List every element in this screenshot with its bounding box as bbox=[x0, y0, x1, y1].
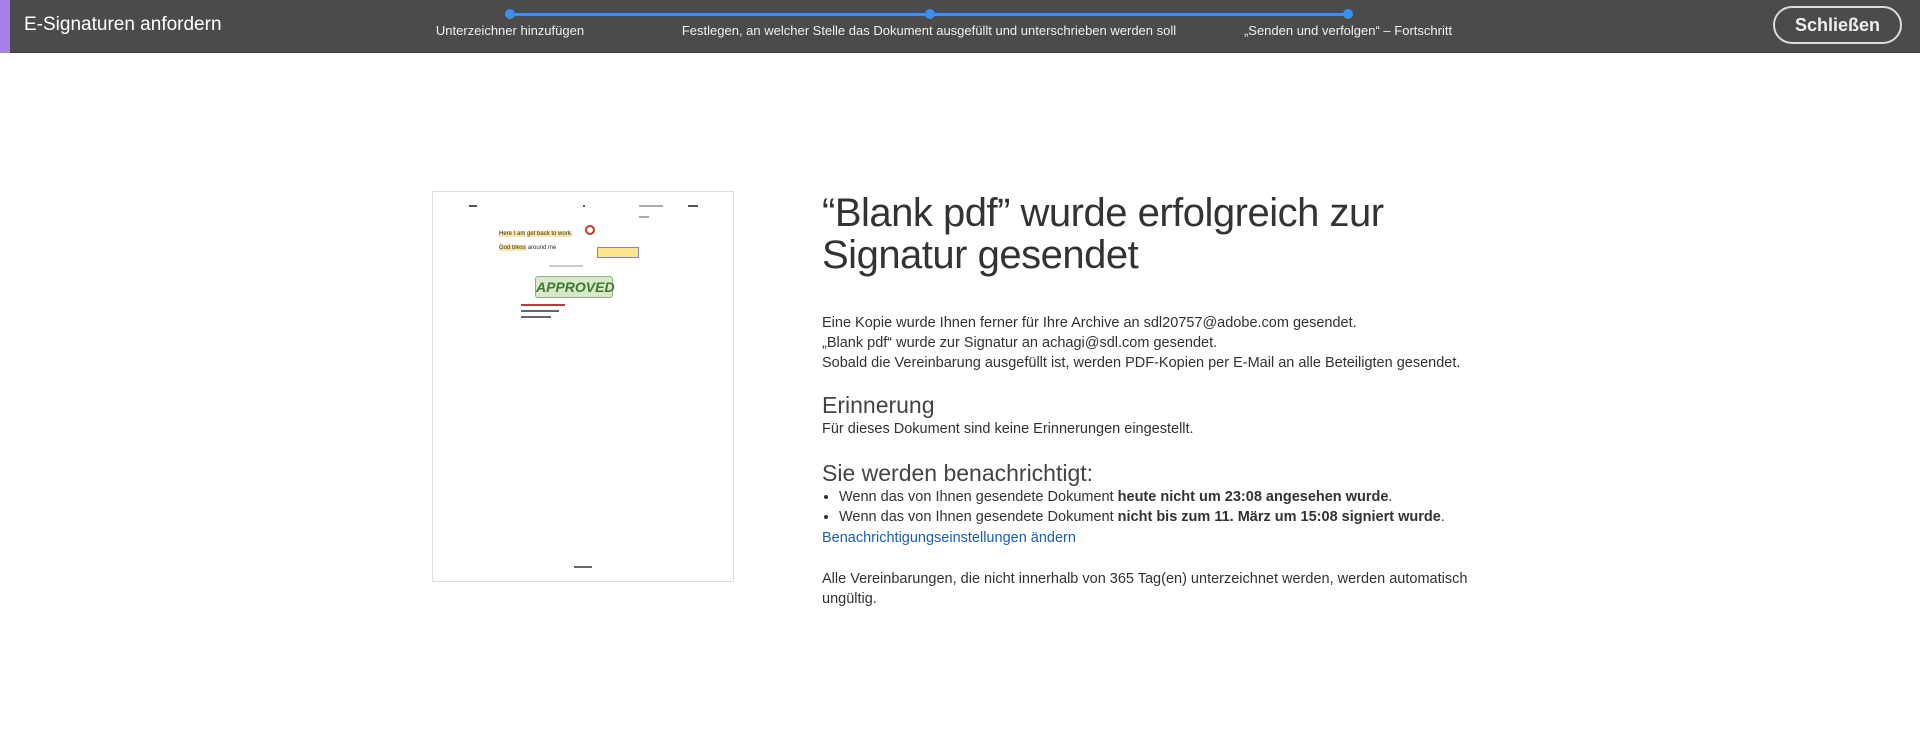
brand-strip bbox=[0, 0, 10, 53]
thumb-text: get back to work. bbox=[527, 231, 573, 237]
notification-settings-link[interactable]: Benachrichtigungseinstellungen ändern bbox=[822, 527, 1472, 549]
step-dot-3 bbox=[1343, 9, 1353, 19]
reminder-text: Für dieses Dokument sind keine Erinnerun… bbox=[822, 421, 1194, 437]
notify-bold: nicht bis zum 11. März um 15:08 signiert… bbox=[1117, 509, 1441, 525]
step-add-signers: Unterzeichner hinzufügen bbox=[435, 23, 585, 38]
page-title: “Blank pdf” wurde erfolgreich zur Signat… bbox=[822, 191, 1384, 277]
document-thumbnail: Here I am get back to work. God bless ar… bbox=[432, 191, 734, 582]
info-line: Sobald die Vereinbarung ausgefüllt ist, … bbox=[822, 355, 1461, 371]
step-send-track: „Senden und verfolgen“ – Fortschritt bbox=[1243, 23, 1453, 38]
close-button[interactable]: Schließen bbox=[1773, 6, 1902, 44]
approved-stamp: APPROVED bbox=[535, 276, 615, 298]
top-bar: E-Signaturen anfordern Unterzeichner hin… bbox=[0, 0, 1920, 53]
step-place-fields: Festlegen, an welcher Stelle das Dokumen… bbox=[681, 23, 1177, 38]
thumb-text: God bless bbox=[499, 245, 527, 251]
notify-text: . bbox=[1388, 489, 1393, 505]
notify-text: Wenn das von Ihnen gesendete Dokument bbox=[839, 489, 1118, 505]
reminder-heading: Erinnerung bbox=[822, 392, 935, 418]
expiry-text: Alle Vereinbarungen, die nicht innerhalb… bbox=[822, 571, 1468, 607]
info-line: „Blank pdf“ wurde zur Signatur an achagi… bbox=[822, 335, 1218, 351]
confirmation-panel: “Blank pdf” wurde erfolgreich zur Signat… bbox=[822, 192, 1472, 609]
notify-text: . bbox=[1440, 509, 1445, 525]
app-title: E-Signaturen anfordern bbox=[24, 14, 222, 35]
info-line: Eine Kopie wurde Ihnen ferner für Ihre A… bbox=[822, 315, 1357, 331]
thumb-text: around me bbox=[527, 245, 557, 251]
list-item: Wenn das von Ihnen gesendete Dokument ni… bbox=[839, 507, 1472, 527]
notify-bold: heute nicht um 23:08 angesehen wurde bbox=[1117, 489, 1389, 505]
notify-heading: Sie werden benachrichtigt: bbox=[822, 460, 1094, 486]
thumb-text: Here I am bbox=[499, 231, 526, 237]
notify-list: Wenn das von Ihnen gesendete Dokument he… bbox=[839, 487, 1472, 527]
notify-text: Wenn das von Ihnen gesendete Dokument bbox=[839, 509, 1118, 525]
list-item: Wenn das von Ihnen gesendete Dokument he… bbox=[839, 487, 1472, 507]
step-dot-1 bbox=[505, 9, 515, 19]
step-dot-2 bbox=[925, 9, 935, 19]
